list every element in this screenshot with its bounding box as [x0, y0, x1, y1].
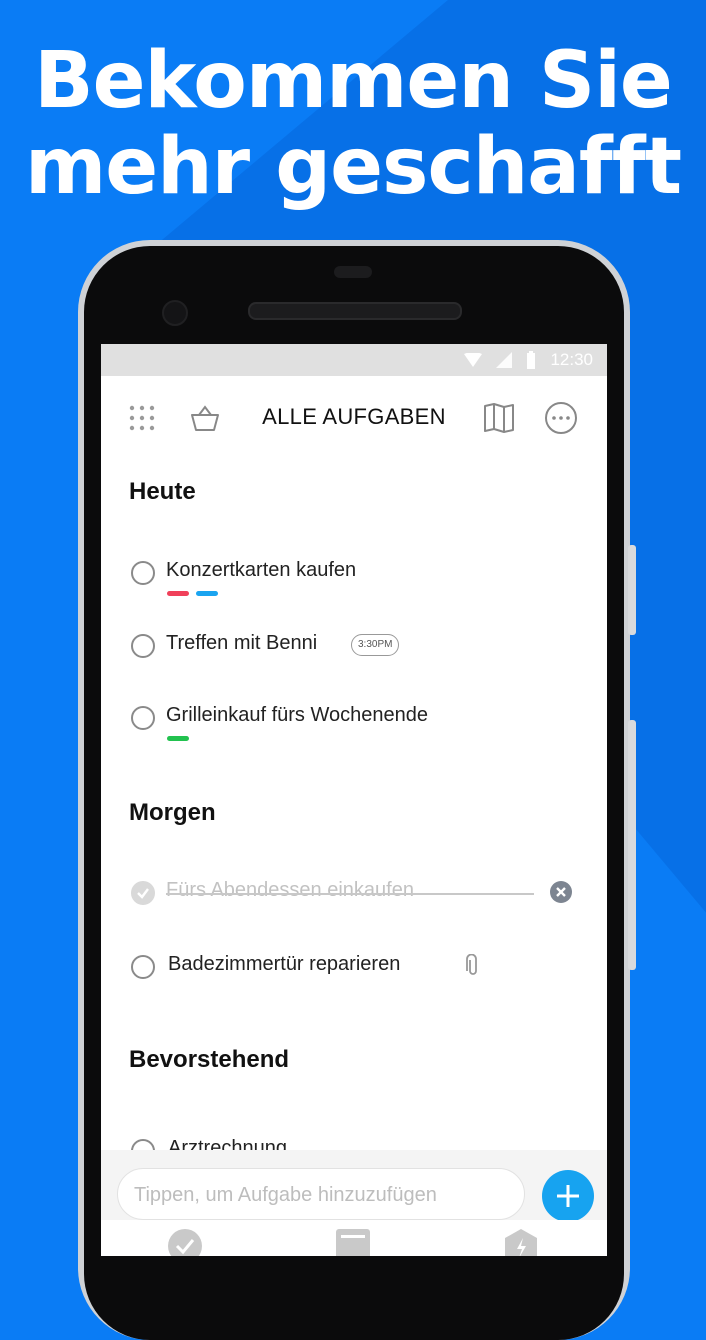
app-screen: 12:30 ALLE AUFGABEN Heute Konzertkarten …	[101, 344, 607, 1256]
section-title-bevorstehend: Bevorstehend	[129, 1046, 290, 1073]
phone-volume-button	[628, 720, 636, 970]
headline: Bekommen Sie mehr geschafft	[0, 38, 706, 210]
page-title: ALLE AUFGABEN	[262, 404, 446, 429]
calendar-icon[interactable]	[335, 1228, 371, 1256]
check-icon[interactable]	[167, 1228, 203, 1256]
app-toolbar: ALLE AUFGABEN	[101, 376, 607, 456]
strikethrough	[166, 893, 534, 895]
section-title-morgen: Morgen	[129, 799, 216, 826]
bolt-icon[interactable]	[503, 1228, 539, 1256]
signal-icon	[496, 352, 513, 368]
task-text: Konzertkarten kaufen	[166, 559, 357, 581]
section-title-heute: Heute	[129, 478, 196, 505]
status-bar: 12:30	[101, 344, 607, 376]
task-checkbox[interactable]	[131, 955, 155, 979]
task-text: Treffen mit Benni	[166, 632, 318, 654]
tag-red	[167, 591, 189, 596]
task-checkbox-done[interactable]	[131, 881, 155, 905]
plus-icon	[557, 1185, 579, 1207]
phone-side-button	[628, 545, 636, 635]
tag-green	[167, 736, 189, 741]
task-row[interactable]: Badezimmertür reparieren	[129, 953, 579, 995]
bottom-nav	[101, 1220, 607, 1256]
add-task-input[interactable]: Tippen, um Aufgabe hinzuzufügen	[117, 1168, 525, 1220]
task-text: Grilleinkauf fürs Wochenende	[166, 704, 428, 726]
headline-line-1: Bekommen Sie	[34, 36, 673, 126]
paperclip-icon	[466, 953, 480, 983]
task-row[interactable]: Treffen mit Benni 3:30PM	[129, 632, 579, 674]
wifi-icon	[464, 353, 483, 367]
task-checkbox[interactable]	[131, 634, 155, 658]
time-badge: 3:30PM	[351, 634, 400, 656]
book-icon[interactable]	[481, 400, 517, 436]
add-task-button[interactable]	[542, 1170, 594, 1222]
task-checkbox[interactable]	[131, 706, 155, 730]
task-text: Fürs Abendessen einkaufen	[166, 879, 414, 901]
task-checkbox[interactable]	[131, 561, 155, 585]
task-text: Badezimmertür reparieren	[168, 953, 401, 975]
task-row[interactable]: Fürs Abendessen einkaufen	[129, 879, 579, 921]
task-row[interactable]: Grilleinkauf fürs Wochenende	[129, 704, 579, 746]
phone-speaker	[248, 302, 462, 320]
task-row[interactable]: Konzertkarten kaufen	[129, 559, 579, 601]
headline-line-2: mehr geschafft	[24, 122, 682, 212]
phone-camera	[162, 300, 188, 326]
clear-icon[interactable]	[550, 881, 572, 903]
phone-top-slot	[334, 266, 372, 278]
more-icon[interactable]	[543, 400, 579, 436]
tag-blue	[196, 591, 218, 596]
battery-icon	[527, 351, 536, 369]
status-time: 12:30	[550, 350, 593, 369]
